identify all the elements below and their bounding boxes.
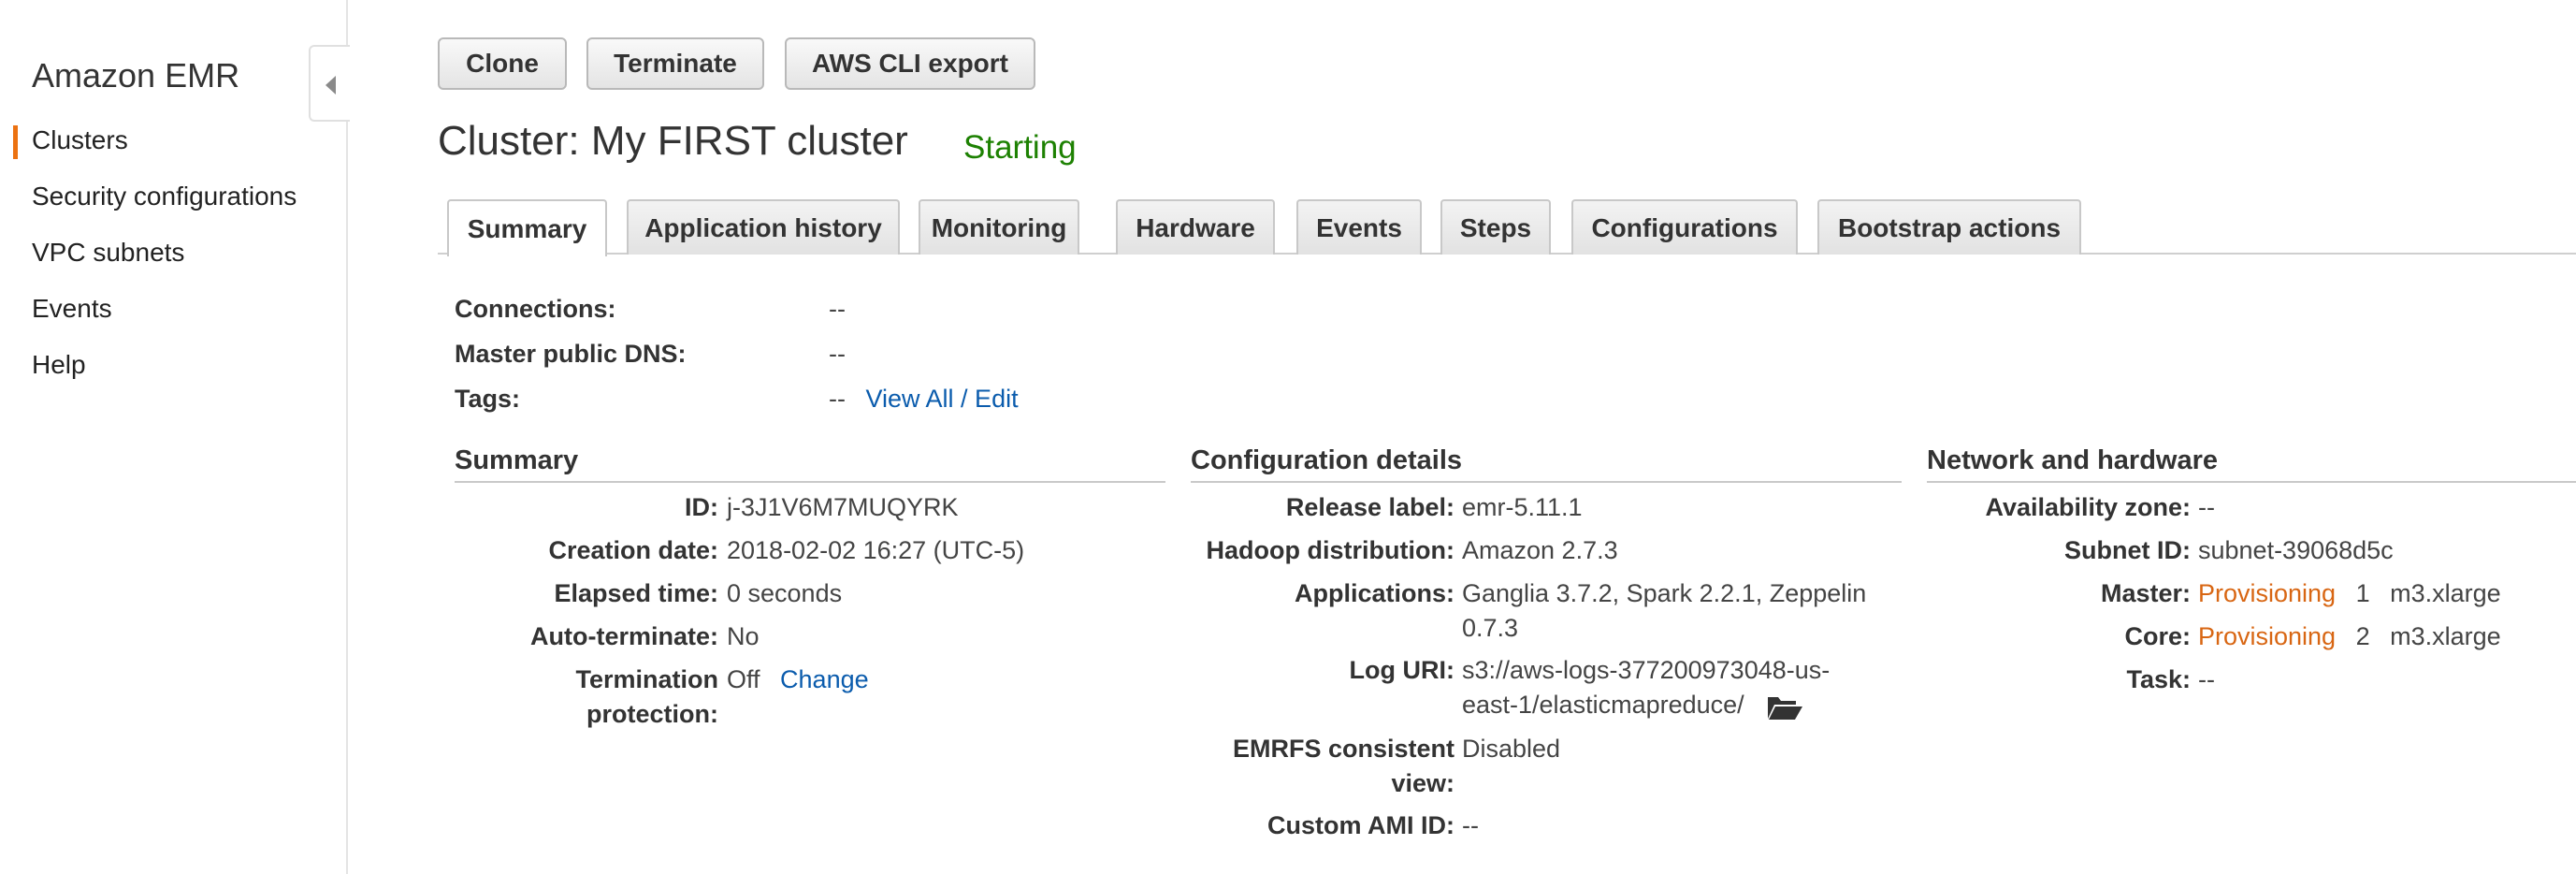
subnet-id-label: Subnet ID: [2064, 536, 2191, 564]
configuration-heading: Configuration details [1191, 445, 1902, 483]
sidebar: Amazon EMR Clusters Security configurati… [0, 0, 348, 874]
log-uri-value-line2: east-1/elasticmapreduce/ [1462, 691, 1744, 719]
hadoop-distribution-value: Amazon 2.7.3 [1462, 536, 1618, 564]
elapsed-time-label: Elapsed time: [554, 579, 718, 607]
chevron-left-icon [326, 76, 336, 95]
core-row: Provisioning 2 m3.xlarge [2198, 619, 2501, 654]
core-instance-type: m3.xlarge [2390, 622, 2501, 650]
master-instance-type: m3.xlarge [2390, 579, 2501, 607]
cluster-id-value: j-3J1V6M7MUQYRK [727, 493, 959, 521]
folder-open-icon[interactable] [1766, 693, 1803, 720]
tags-row: -- View All / Edit [829, 385, 1019, 414]
applications-label: Applications: [1294, 579, 1454, 607]
cluster-id-label: ID: [685, 493, 718, 521]
clone-button[interactable]: Clone [438, 37, 567, 90]
availability-zone-value: -- [2198, 493, 2215, 521]
master-label: Master: [2100, 579, 2191, 607]
applications-value: Ganglia 3.7.2, Spark 2.2.1, Zeppelin 0.7… [1462, 576, 1866, 646]
tab-hardware[interactable]: Hardware [1116, 199, 1275, 255]
availability-zone-label: Availability zone: [1985, 493, 2191, 521]
active-indicator [13, 125, 18, 159]
termination-protection-label-line2: protection: [586, 700, 718, 728]
emrfs-label-line1: EMRFS consistent [1232, 735, 1454, 763]
terminate-button[interactable]: Terminate [586, 37, 764, 90]
release-label-value: emr-5.11.1 [1462, 493, 1583, 521]
sidebar-item-events[interactable]: Events [32, 294, 112, 324]
tab-bootstrap-actions[interactable]: Bootstrap actions [1817, 199, 2081, 255]
master-row: Provisioning 1 m3.xlarge [2198, 576, 2501, 611]
termination-protection-label-line1: Termination [575, 665, 718, 693]
creation-date-value: 2018-02-02 16:27 (UTC-5) [727, 536, 1025, 564]
tags-value: -- [829, 385, 846, 413]
master-dns-label: Master public DNS: [455, 340, 687, 368]
master-count: 1 [2355, 579, 2370, 607]
custom-ami-value: -- [1462, 811, 1479, 839]
termination-protection-label: Termination protection: [455, 663, 718, 732]
page-title: Cluster: My FIRST cluster [438, 118, 908, 164]
auto-terminate-value: No [727, 622, 760, 650]
core-status: Provisioning [2198, 622, 2337, 650]
tab-monitoring[interactable]: Monitoring [919, 199, 1079, 255]
aws-cli-export-button[interactable]: AWS CLI export [785, 37, 1035, 90]
sidebar-item-security-configurations[interactable]: Security configurations [32, 182, 297, 211]
emrfs-label: EMRFS consistent view: [1191, 732, 1454, 801]
hadoop-distribution-label: Hadoop distribution: [1206, 536, 1454, 564]
tab-events[interactable]: Events [1296, 199, 1422, 255]
tab-application-history[interactable]: Application history [627, 199, 900, 255]
subnet-id-link[interactable]: subnet-39068d5c [2198, 533, 2394, 568]
tab-configurations[interactable]: Configurations [1571, 199, 1798, 255]
network-heading: Network and hardware [1927, 445, 2576, 483]
elapsed-time-value: 0 seconds [727, 579, 843, 607]
status-badge: Starting [963, 129, 1077, 166]
log-uri-label: Log URI: [1349, 656, 1454, 684]
tags-label: Tags: [455, 385, 521, 413]
core-label: Core: [2124, 622, 2191, 650]
release-label-label: Release label: [1285, 493, 1454, 521]
sidebar-item-vpc-subnets[interactable]: VPC subnets [32, 238, 184, 268]
task-label: Task: [2126, 665, 2191, 693]
auto-terminate-label: Auto-terminate: [530, 622, 718, 650]
connections-value: -- [829, 295, 846, 323]
creation-date-label: Creation date: [548, 536, 718, 564]
emrfs-label-line2: view: [1391, 769, 1454, 797]
sidebar-title: Amazon EMR [32, 56, 240, 95]
termination-protection-value: Off [727, 665, 760, 693]
log-uri-value: s3://aws-logs-377200973048-us- east-1/el… [1462, 653, 1830, 722]
master-dns-value: -- [829, 340, 846, 368]
applications-value-line1: Ganglia 3.7.2, Spark 2.2.1, Zeppelin [1462, 579, 1867, 607]
tags-view-edit-link[interactable]: View All / Edit [866, 385, 1019, 413]
tab-steps[interactable]: Steps [1440, 199, 1551, 255]
sidebar-item-help[interactable]: Help [32, 350, 86, 380]
sidebar-collapse-button[interactable] [309, 45, 350, 122]
custom-ami-label: Custom AMI ID: [1267, 811, 1454, 839]
tab-summary[interactable]: Summary [447, 199, 607, 256]
task-value: -- [2198, 665, 2215, 693]
sidebar-item-clusters[interactable]: Clusters [32, 125, 128, 155]
master-status: Provisioning [2198, 579, 2337, 607]
change-termination-link[interactable]: Change [780, 665, 869, 693]
log-uri-value-line1: s3://aws-logs-377200973048-us- [1462, 656, 1831, 684]
emrfs-value: Disabled [1462, 735, 1561, 763]
core-count: 2 [2355, 622, 2370, 650]
log-uri-value-line2-row: east-1/elasticmapreduce/ [1462, 688, 1830, 722]
termination-protection-row: Off Change [727, 663, 869, 697]
summary-heading: Summary [455, 445, 1165, 483]
connections-label: Connections: [455, 295, 616, 323]
applications-value-line2: 0.7.3 [1462, 614, 1519, 642]
